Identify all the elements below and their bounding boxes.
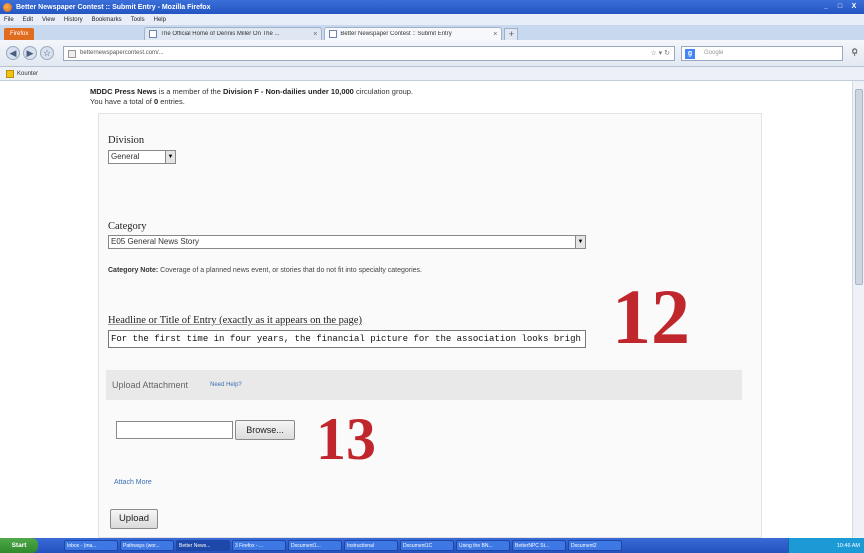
intro-line-2: You have a total of 0 entries. (90, 97, 185, 106)
address-text: betternewspapercontest.com/... (80, 50, 164, 56)
file-path-input[interactable] (116, 421, 233, 439)
home-icon[interactable]: ⌂ (852, 46, 858, 57)
taskbar-item[interactable]: Using the BN... (456, 540, 510, 551)
menu-edit[interactable]: Edit (23, 17, 33, 23)
bookmark-folder-icon (6, 69, 14, 78)
taskbar-item[interactable]: Document1... (288, 540, 342, 551)
google-icon[interactable]: g (685, 48, 695, 59)
upload-attachment-label: Upload Attachment (112, 380, 189, 390)
intro-line-1: MDDC Press News is a member of the Divis… (90, 87, 414, 96)
site-identity-icon[interactable] (68, 49, 76, 58)
minimize-button[interactable]: _ (820, 2, 832, 12)
taskbar-item[interactable]: Instructional (344, 540, 398, 551)
close-button[interactable]: X (848, 2, 860, 12)
page-icon (329, 30, 338, 38)
menu-view[interactable]: View (42, 17, 55, 23)
bookmark-item[interactable]: Kounter (17, 71, 38, 77)
need-help-link[interactable]: Need Help? (210, 382, 242, 388)
navigation-bar: ◀ ▶ ☆ betternewspapercontest.com/... ☆ ▾… (0, 40, 864, 67)
new-tab-button[interactable]: + (504, 28, 519, 40)
step-12-callout: 12 (612, 273, 690, 360)
search-input[interactable]: g Google ⚲ (681, 45, 858, 61)
taskbar-item[interactable]: 3 Firefox - ... (232, 540, 286, 551)
menu-help[interactable]: Help (154, 17, 166, 23)
firefox-menu-button[interactable]: Firefox (4, 28, 35, 40)
window-controls: _ □ X (820, 2, 860, 12)
category-label: Category (108, 221, 147, 232)
system-tray: 10:46 AM (788, 538, 864, 553)
headline-input[interactable]: For the first time in four years, the fi… (108, 330, 586, 348)
menu-tools[interactable]: Tools (131, 17, 145, 23)
reload-icon[interactable]: ☆ ▾ ↻ (650, 49, 670, 57)
tab-label: The Official Home of Dennis Miller On Th… (160, 31, 280, 37)
upload-button[interactable]: Upload (110, 509, 158, 529)
division-select[interactable]: General ▼ (108, 150, 176, 164)
division-label: Division (108, 135, 145, 146)
taskbar-item[interactable]: Better News... (176, 540, 230, 551)
category-select[interactable]: E05 General News Story ▼ (108, 235, 586, 249)
bookmark-star-icon[interactable]: ☆ (40, 46, 54, 60)
address-bar[interactable]: betternewspapercontest.com/... ☆ ▾ ↻ (63, 45, 675, 61)
tab-dennis-miller[interactable]: The Official Home of Dennis Miller On Th… (144, 27, 323, 40)
menu-file[interactable]: File (4, 17, 14, 23)
back-arrow-icon[interactable]: ◀ (6, 46, 20, 60)
headline-label: Headline or Title of Entry (exactly as i… (108, 315, 362, 326)
tab-better-newspaper[interactable]: Better Newspaper Contest :: Submit Entry… (324, 27, 503, 40)
vertical-scrollbar[interactable] (852, 81, 864, 538)
tab-label: Better Newspaper Contest :: Submit Entry (340, 31, 452, 37)
window-title: Better Newspaper Contest :: Submit Entry… (16, 3, 211, 11)
maximize-button[interactable]: □ (834, 2, 846, 12)
page-icon (149, 30, 158, 38)
chevron-down-icon: ▼ (575, 236, 585, 248)
windows-taskbar: Start Inbox - (ma... Pathways (wor... Be… (0, 538, 864, 553)
membership-intro: MDDC Press News is a member of the Divis… (90, 87, 413, 107)
scrollbar-thumb[interactable] (855, 89, 863, 285)
attach-more-link[interactable]: Attach More (114, 479, 152, 486)
quick-launch (40, 541, 62, 551)
start-button[interactable]: Start (0, 538, 38, 553)
browse-button[interactable]: Browse... (235, 420, 295, 440)
search-placeholder: Google (704, 50, 724, 56)
taskbar-item[interactable]: Pathways (wor... (120, 540, 174, 551)
clock: 10:46 AM (836, 542, 860, 549)
tab-bar: Firefox The Official Home of Dennis Mill… (0, 25, 864, 40)
category-note: Category Note: Coverage of a planned new… (108, 267, 423, 274)
tab-close-icon[interactable]: × (493, 31, 497, 38)
window-titlebar: Better Newspaper Contest :: Submit Entry… (0, 0, 864, 14)
firefox-icon (3, 2, 12, 12)
forward-arrow-icon[interactable]: ▶ (23, 46, 37, 60)
step-13-callout: 13 (316, 406, 376, 472)
taskbar-item[interactable]: BetterNPC St... (512, 540, 566, 551)
menu-history[interactable]: History (64, 17, 83, 23)
tab-close-icon[interactable]: × (313, 31, 317, 38)
upload-attachment-section: Upload Attachment Need Help? (106, 370, 742, 400)
page-content: MDDC Press News is a member of the Divis… (0, 81, 852, 538)
menu-bar: File Edit View History Bookmarks Tools H… (0, 14, 864, 25)
menu-bookmarks[interactable]: Bookmarks (92, 17, 122, 23)
taskbar-item[interactable]: Document1C (400, 540, 454, 551)
taskbar-item[interactable]: Inbox - (ma... (64, 540, 118, 551)
taskbar-item[interactable]: Document2 (568, 540, 622, 551)
chevron-down-icon: ▼ (165, 151, 175, 163)
bookmarks-bar: Kounter (0, 67, 864, 81)
